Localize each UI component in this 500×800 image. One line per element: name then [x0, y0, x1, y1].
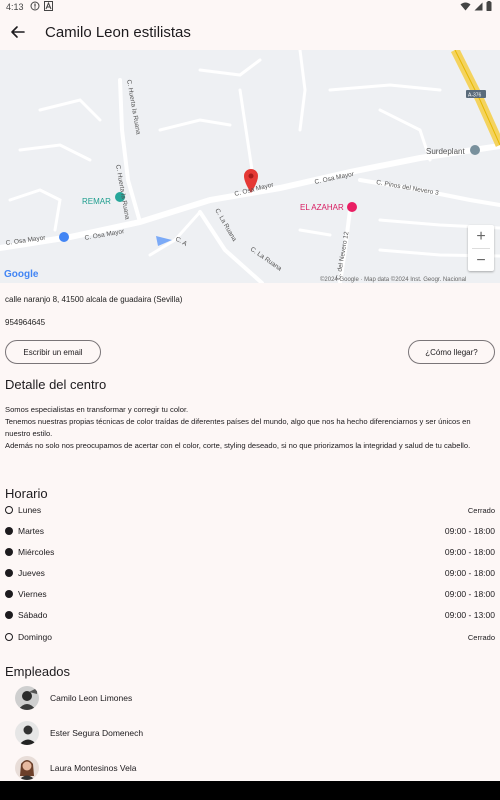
employee-item[interactable]: Ester Segura Domenech [15, 720, 485, 746]
email-button[interactable]: Escribir un email [5, 340, 101, 364]
page-title: Camilo Leon estilistas [45, 24, 191, 41]
open-indicator-icon [5, 527, 13, 535]
avatar [15, 756, 39, 780]
map-place-el-azahar: EL AZAHAR [300, 203, 344, 212]
open-indicator-icon [5, 611, 13, 619]
employee-name: Laura Montesinos Vela [50, 763, 137, 773]
employee-name: Camilo Leon Limones [50, 693, 133, 703]
schedule-hours: 09:00 - 13:00 [444, 610, 495, 620]
schedule-row: Domingo Cerrado [5, 630, 495, 644]
schedule-heading: Horario [5, 486, 48, 501]
arrow-back-icon [11, 26, 25, 38]
schedule-day: Jueves [18, 568, 45, 578]
map-place-surdeplant: Surdeplant [426, 147, 465, 156]
schedule-day: Martes [18, 526, 44, 536]
schedule-row: Sábado 09:00 - 13:00 [5, 608, 495, 622]
status-bar: 4:13 [0, 0, 500, 14]
employee-photo-icon [15, 756, 39, 780]
business-address: calle naranjo 8, 41500 alcala de guadair… [5, 295, 183, 304]
avatar [15, 721, 39, 745]
schedule-row: Lunes Cerrado [5, 503, 495, 517]
schedule-hours: 09:00 - 18:00 [444, 589, 495, 599]
schedule-hours: Cerrado [467, 632, 495, 642]
schedule-hours: 09:00 - 18:00 [444, 547, 495, 557]
do-not-disturb-icon [30, 1, 40, 11]
app-bar: Camilo Leon estilistas [0, 14, 500, 50]
detail-line: Somos especialistas en transformar y cor… [5, 405, 189, 414]
signal-icon [474, 2, 483, 10]
schedule-row: Viernes 09:00 - 18:00 [5, 587, 495, 601]
zoom-out-button[interactable]: − [468, 249, 494, 272]
map-canvas[interactable]: C. Osa Mayor C. Osa Mayor C. Osa Mayor C… [0, 50, 500, 283]
detail-line: Tenemos nuestras propias técnicas de col… [5, 417, 471, 438]
detail-line: Además no solo nos preocupamos de acerta… [5, 441, 471, 450]
zoom-in-button[interactable]: + [468, 225, 494, 248]
battery-icon [486, 1, 492, 11]
schedule-day: Lunes [18, 505, 42, 515]
app-notification-icon [44, 1, 53, 11]
schedule-day: Sábado [18, 610, 48, 620]
schedule-hours: 09:00 - 18:00 [444, 526, 495, 536]
status-time: 4:13 [6, 2, 24, 12]
schedule-day: Miércoles [18, 547, 55, 557]
map-place-remar: REMAR [82, 197, 111, 206]
avatar [15, 686, 39, 710]
closed-indicator-icon [5, 506, 13, 514]
employees-heading: Empleados [5, 664, 71, 679]
employee-item[interactable]: Camilo Leon Limones [15, 685, 485, 711]
directions-button[interactable]: ¿Cómo llegar? [408, 340, 495, 364]
map-attribution: ©2024 Google · Map data ©2024 Inst. Geog… [320, 276, 466, 283]
detail-heading: Detalle del centro [5, 377, 107, 392]
schedule-hours: Cerrado [467, 505, 495, 515]
schedule-row: Jueves 09:00 - 18:00 [5, 566, 495, 580]
status-notification-icons [30, 1, 53, 11]
open-indicator-icon [5, 569, 13, 577]
employee-photo-icon [15, 721, 39, 745]
system-navigation-bar [0, 781, 500, 800]
employee-name: Ester Segura Domenech [50, 728, 144, 738]
schedule-row: Martes 09:00 - 18:00 [5, 524, 495, 538]
closed-indicator-icon [5, 633, 13, 641]
status-system-icons [460, 1, 492, 11]
business-phone[interactable]: 954964645 [5, 318, 45, 327]
schedule-day: Domingo [18, 632, 53, 642]
google-logo: Google [4, 269, 39, 280]
back-button[interactable] [8, 22, 28, 42]
detail-description: Somos especialistas en transformar y cor… [5, 404, 475, 452]
employee-photo-icon [15, 686, 39, 710]
schedule-row: Miércoles 09:00 - 18:00 [5, 545, 495, 559]
wifi-icon [460, 2, 471, 10]
zoom-controls: + − [468, 225, 494, 271]
map-view[interactable]: C. Osa Mayor C. Osa Mayor C. Osa Mayor C… [0, 50, 500, 283]
schedule-day: Viernes [18, 589, 47, 599]
map-highway-label: A-376 [468, 93, 482, 99]
open-indicator-icon [5, 548, 13, 556]
open-indicator-icon [5, 590, 13, 598]
employee-item[interactable]: Laura Montesinos Vela [15, 755, 485, 781]
schedule-hours: 09:00 - 18:00 [444, 568, 495, 578]
